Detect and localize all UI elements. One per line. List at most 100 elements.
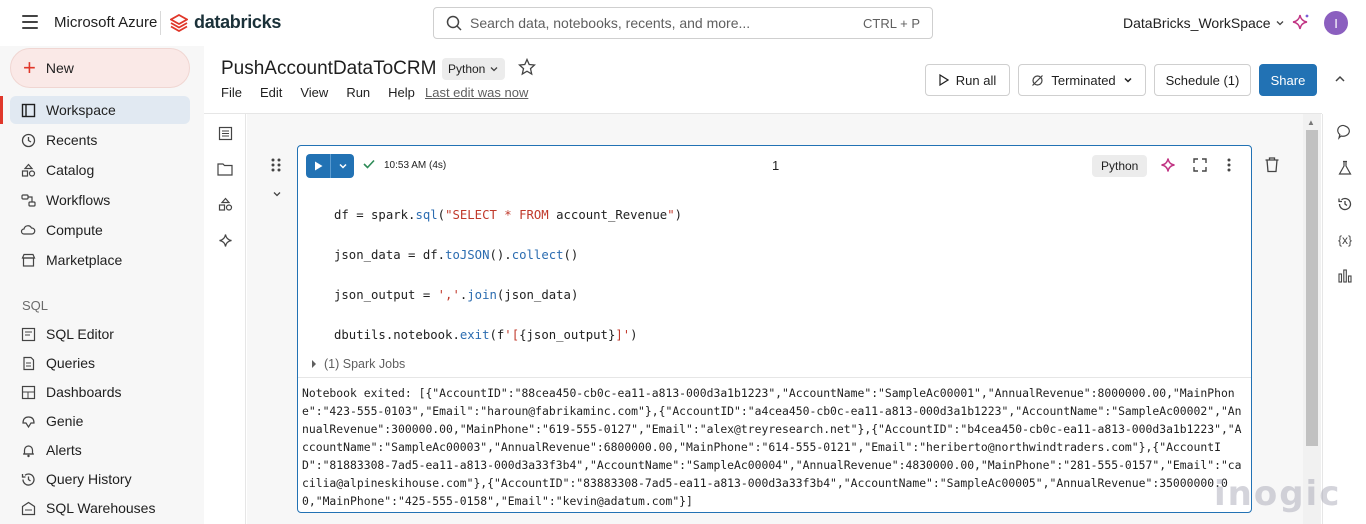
search-input[interactable]: Search data, notebooks, recents, and mor… (433, 7, 933, 39)
cluster-selector[interactable]: Terminated (1018, 64, 1146, 96)
sidebar-item-label: Compute (46, 222, 103, 238)
drag-handle-icon[interactable] (270, 157, 282, 178)
sidebar-item-sql-editor[interactable]: SQL Editor (10, 320, 190, 348)
store-icon (20, 252, 36, 268)
notebook-title[interactable]: PushAccountDataToCRM (221, 58, 436, 80)
brand-divider (160, 11, 161, 35)
chevron-down-icon (338, 163, 347, 169)
sql-editor-icon (20, 326, 36, 342)
search-icon (446, 15, 462, 31)
bell-icon (20, 442, 36, 458)
cloud-icon (20, 222, 36, 238)
sidebar-item-label: Genie (46, 413, 84, 429)
sidebar-item-dashboards[interactable]: Dashboards (10, 378, 190, 406)
assistant-sparkle-icon[interactable] (1292, 13, 1310, 36)
sidebar-item-label: Alerts (46, 442, 82, 458)
run-cell-button-group (306, 154, 354, 178)
notebook-right-rail: {x} (1322, 114, 1366, 524)
sidebar-item-recents[interactable]: Recents (10, 126, 190, 154)
menu-help[interactable]: Help (388, 85, 415, 100)
comments-icon[interactable] (1335, 122, 1355, 142)
cell-language-badge[interactable]: Python (1092, 155, 1148, 177)
notebook-menu: File Edit View Run Help (221, 85, 433, 100)
menu-view[interactable]: View (300, 85, 328, 100)
share-button[interactable]: Share (1259, 64, 1317, 96)
check-icon (362, 157, 376, 176)
run-all-button[interactable]: Run all (925, 64, 1010, 96)
sidebar-item-genie[interactable]: Genie (10, 407, 190, 435)
code-editor[interactable]: df = spark.sql("SELECT * FROM account_Re… (334, 208, 682, 368)
scrollbar-thumb[interactable] (1306, 130, 1318, 446)
sidebar-item-workflows[interactable]: Workflows (10, 186, 190, 214)
run-cell-button[interactable] (306, 154, 330, 178)
notebook-left-rail (204, 114, 246, 524)
sidebar-item-label: Workspace (46, 102, 116, 118)
code-cell[interactable]: 10:53 AM (4s) 1 Python df = spark.sql("S… (297, 145, 1252, 513)
variables-icon[interactable]: {x} (1335, 230, 1355, 250)
history-icon (20, 471, 36, 487)
cell-run-time: 10:53 AM (4s) (384, 160, 447, 171)
sidebar-item-marketplace[interactable]: Marketplace (10, 246, 190, 274)
code-line-3: json_output = ','.join(json_data) (334, 288, 579, 302)
top-bar: Microsoft Azure databricks Search data, … (0, 0, 1366, 46)
genie-icon (20, 413, 36, 429)
workspace-icon (20, 102, 36, 118)
sidebar-item-catalog[interactable]: Catalog (10, 156, 190, 184)
sidebar-item-label: Marketplace (46, 252, 123, 268)
spark-jobs-toggle[interactable]: (1) Spark Jobs (310, 357, 405, 371)
sidebar-item-label: Queries (46, 355, 96, 371)
sidebar-item-queries[interactable]: Queries (10, 349, 190, 377)
cell-output: Notebook exited: [{"AccountID":"88cea450… (298, 377, 1251, 512)
sidebar-item-query-history[interactable]: Query History (10, 465, 190, 493)
cluster-status: Terminated (1051, 72, 1116, 88)
play-icon (314, 161, 322, 171)
avatar[interactable]: I (1324, 11, 1348, 35)
star-icon[interactable] (517, 57, 537, 81)
menu-icon[interactable] (22, 15, 38, 29)
sidebar-item-label: Workflows (46, 192, 111, 208)
trash-icon[interactable] (1264, 156, 1280, 178)
bar-chart-icon[interactable] (1335, 266, 1355, 286)
assistant-icon[interactable] (216, 231, 234, 249)
scroll-up-arrow-icon[interactable]: ▲ (1307, 118, 1315, 127)
chevron-down-icon (1124, 77, 1132, 83)
sidebar-item-label: Dashboards (46, 384, 122, 400)
sidebar-item-sql-warehouses[interactable]: SQL Warehouses (10, 494, 190, 522)
watermark-logo: inogic (1214, 474, 1342, 514)
last-edit-link[interactable]: Last edit was now (425, 85, 528, 100)
queries-icon (20, 355, 36, 371)
table-of-contents-icon[interactable] (216, 124, 234, 142)
fullscreen-icon[interactable] (1192, 157, 1208, 178)
workspace-selector[interactable]: DataBricks_WorkSpace (1123, 15, 1285, 31)
databricks-logo[interactable]: databricks (170, 12, 281, 33)
run-options-button[interactable] (330, 154, 354, 178)
version-history-icon[interactable] (1335, 194, 1355, 214)
schedule-button[interactable]: Schedule (1) (1154, 64, 1251, 96)
sidebar-item-label: SQL Warehouses (46, 500, 156, 516)
sidebar-item-workspace[interactable]: Workspace (10, 96, 190, 124)
code-line-1: df = spark.sql("SELECT * FROM account_Re… (334, 208, 682, 222)
sidebar-item-label: Recents (46, 132, 98, 148)
menu-run[interactable]: Run (346, 85, 370, 100)
menu-edit[interactable]: Edit (260, 85, 282, 100)
play-icon (939, 74, 949, 86)
workflows-icon (20, 192, 36, 208)
notebook-language: Python (448, 62, 486, 76)
sidebar-item-alerts[interactable]: Alerts (10, 436, 190, 464)
collapse-cell-chevron-icon[interactable] (272, 186, 282, 204)
folder-icon[interactable] (216, 160, 234, 178)
sql-section-heading: SQL (22, 298, 49, 313)
more-vertical-icon[interactable] (1226, 157, 1232, 178)
run-all-label: Run all (955, 72, 997, 88)
chevron-up-icon[interactable] (1334, 72, 1346, 90)
assistant-sparkle-icon[interactable] (1160, 157, 1176, 178)
experiments-icon[interactable] (1335, 158, 1355, 178)
cell-number: 1 (772, 158, 780, 173)
sidebar-item-compute[interactable]: Compute (10, 216, 190, 244)
new-button[interactable]: + New (10, 48, 190, 88)
search-shortcut: CTRL + P (863, 15, 920, 31)
sidebar-item-label: Catalog (46, 162, 95, 178)
catalog-icon[interactable] (216, 195, 234, 213)
notebook-language-selector[interactable]: Python (442, 58, 506, 80)
menu-file[interactable]: File (221, 85, 242, 100)
